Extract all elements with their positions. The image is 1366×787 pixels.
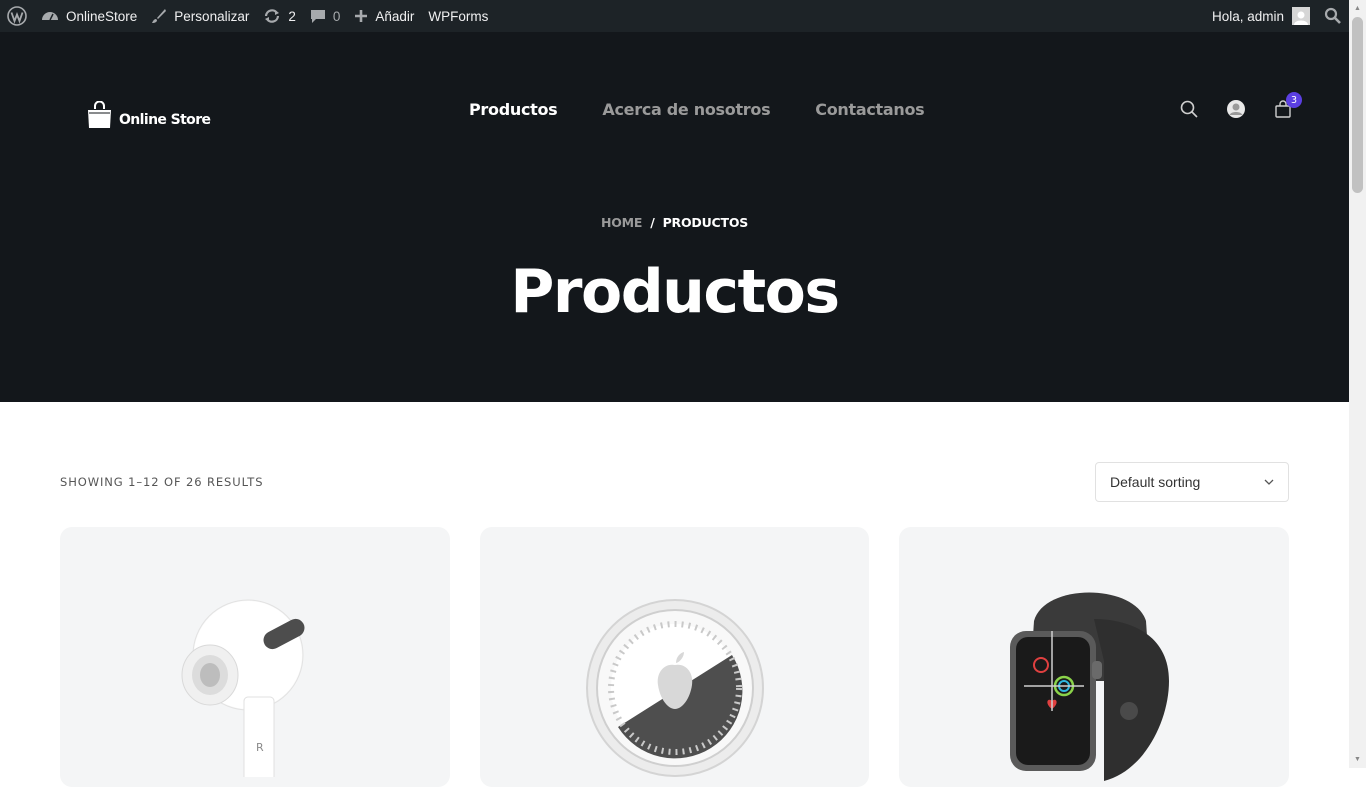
page-scrollbar[interactable]: ▲ ▼ [1349,0,1366,768]
logo-text: Online Store [119,111,211,128]
nav-contactanos[interactable]: Contactanos [815,100,924,119]
breadcrumb-home[interactable]: HOME [601,215,642,230]
updates-count: 2 [288,8,296,24]
dashboard-icon [41,8,59,24]
main-nav: Productos Acerca de nosotros Contactanos [469,100,925,119]
header-actions: 3 [1179,92,1302,124]
airpods-pro-image: R [181,599,305,777]
add-new-menu[interactable]: Añadir [347,0,421,32]
product-card[interactable]: R [60,527,450,787]
apple-watch-image [1010,592,1169,781]
airtag-image [586,599,764,777]
scrollbar-thumb[interactable] [1352,17,1363,193]
customize-link[interactable]: Personalizar [144,0,256,32]
cart-count-badge: 3 [1286,92,1302,108]
search-icon [1324,7,1342,25]
header-search-button[interactable] [1179,100,1199,123]
breadcrumb-current: PRODUCTOS [662,215,749,230]
breadcrumb-separator: / [650,215,655,230]
site-header: Online Store Productos Acerca de nosotro… [0,32,1349,402]
wordpress-icon [7,6,27,26]
my-account-menu[interactable]: Hola, admin [1205,0,1317,32]
product-card[interactable] [480,527,869,787]
add-new-label: Añadir [375,8,415,24]
nav-acerca[interactable]: Acerca de nosotros [602,100,770,119]
wpforms-menu[interactable]: WPForms [421,0,495,32]
sort-selected-value: Default sorting [1110,474,1201,490]
comment-icon [310,8,326,24]
greeting: Hola, admin [1211,8,1284,24]
wordpress-logo-menu[interactable] [0,0,34,32]
updates-icon [263,8,281,24]
wpforms-label: WPForms [428,8,489,24]
user-icon [1226,99,1246,124]
cart-button[interactable]: 3 [1273,92,1302,121]
account-button[interactable] [1226,99,1246,124]
avatar [1292,7,1310,25]
breadcrumb: HOME / PRODUCTOS [0,215,1349,230]
admin-search-button[interactable] [1317,0,1349,32]
chevron-down-icon [1264,477,1274,488]
site-logo[interactable]: Online Store [87,100,211,134]
search-icon [1180,100,1198,123]
site-name-menu[interactable]: OnlineStore [34,0,144,32]
result-count: SHOWING 1–12 OF 26 RESULTS [60,475,264,489]
page-title: Productos [510,257,840,327]
svg-text:R: R [256,741,264,754]
shopping-bag-icon [87,100,112,134]
product-card[interactable] [899,527,1289,787]
customize-label: Personalizar [174,8,250,24]
nav-productos[interactable]: Productos [469,100,558,119]
plus-icon [354,9,368,23]
admin-bar: OnlineStore Personalizar 2 0 Añadir WPFo… [0,0,1349,32]
site-name: OnlineStore [66,8,138,24]
scroll-up-arrow-icon[interactable]: ▲ [1349,0,1366,17]
comments-count: 0 [332,8,341,24]
sort-select[interactable]: Default sorting [1095,462,1289,502]
updates-link[interactable]: 2 [256,0,303,32]
comments-link[interactable]: 0 [303,0,348,32]
scroll-down-arrow-icon[interactable]: ▼ [1349,751,1366,768]
paintbrush-icon [151,8,167,24]
